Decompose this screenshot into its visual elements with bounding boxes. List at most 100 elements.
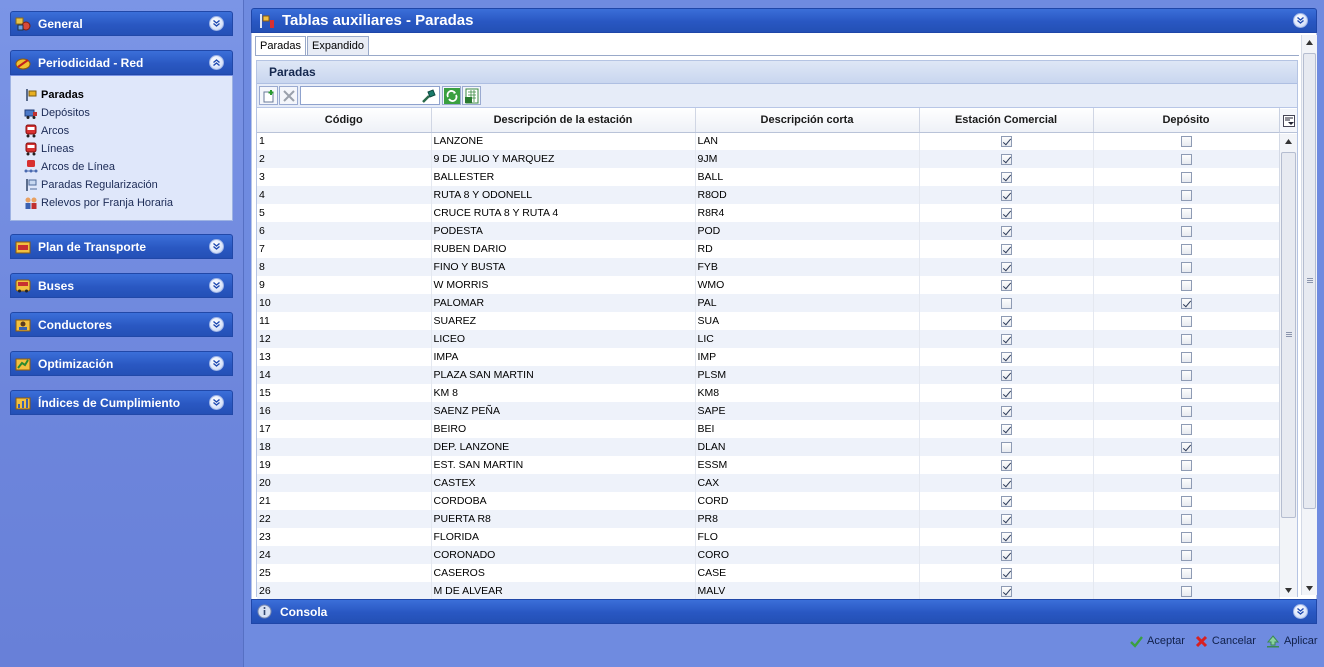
accept-button[interactable]: Aceptar: [1130, 635, 1185, 648]
cell-codigo[interactable]: 6: [257, 222, 432, 240]
cell-descripcion-corta[interactable]: CASE: [695, 564, 920, 582]
deposito-checkbox[interactable]: [1180, 153, 1192, 165]
table-row[interactable]: 15 KM 8 KM8: [257, 384, 1280, 402]
chevron-down-icon[interactable]: [209, 278, 224, 293]
deposito-checkbox[interactable]: [1180, 297, 1192, 309]
table-row[interactable]: 3 BALLESTER BALL: [257, 168, 1280, 186]
cell-descripcion[interactable]: CORONADO: [431, 546, 696, 564]
sidebar-item-relevos[interactable]: Relevos por Franja Horaria: [11, 194, 232, 212]
deposito-checkbox[interactable]: [1180, 495, 1192, 507]
table-row[interactable]: 7 RUBEN DARIO RD: [257, 240, 1280, 258]
table-row[interactable]: 8 FINO Y BUSTA FYB: [257, 258, 1280, 276]
cell-descripcion-corta[interactable]: CORD: [695, 492, 920, 510]
tab-expandido[interactable]: Expandido: [306, 36, 369, 55]
deposito-checkbox[interactable]: [1180, 243, 1192, 255]
estacion-comercial-checkbox[interactable]: [1000, 243, 1012, 255]
cell-descripcion[interactable]: CORDOBA: [431, 492, 696, 510]
deposito-checkbox[interactable]: [1180, 315, 1192, 327]
cell-descripcion[interactable]: PALOMAR: [431, 294, 696, 312]
chevron-down-icon[interactable]: [209, 356, 224, 371]
cell-descripcion-corta[interactable]: IMP: [695, 348, 920, 366]
table-row[interactable]: 26 M DE ALVEAR MALV: [257, 582, 1280, 600]
cell-descripcion[interactable]: RUBEN DARIO: [431, 240, 696, 258]
export-excel-button[interactable]: [462, 86, 481, 105]
cell-descripcion[interactable]: DEP. LANZONE: [431, 438, 696, 456]
estacion-comercial-checkbox[interactable]: [1000, 459, 1012, 471]
cell-descripcion-corta[interactable]: FLO: [695, 528, 920, 546]
cell-codigo[interactable]: 15: [257, 384, 432, 402]
col-header-estacion-comercial[interactable]: Estación Comercial: [919, 108, 1094, 133]
cell-codigo[interactable]: 13: [257, 348, 432, 366]
cell-codigo[interactable]: 12: [257, 330, 432, 348]
cell-descripcion[interactable]: FLORIDA: [431, 528, 696, 546]
deposito-checkbox[interactable]: [1180, 441, 1192, 453]
apply-button[interactable]: Aplicar: [1266, 634, 1318, 648]
scroll-thumb[interactable]: [1303, 53, 1316, 509]
panel-plan-de-transporte[interactable]: Plan de Transporte: [10, 234, 233, 259]
deposito-checkbox[interactable]: [1180, 207, 1192, 219]
panel-buses[interactable]: Buses: [10, 273, 233, 298]
deposito-checkbox[interactable]: [1180, 549, 1192, 561]
estacion-comercial-checkbox[interactable]: [1000, 495, 1012, 507]
estacion-comercial-checkbox[interactable]: [1000, 189, 1012, 201]
cell-codigo[interactable]: 16: [257, 402, 432, 420]
table-row[interactable]: 29 DE JULIO Y MARQUEZ 9JM: [257, 150, 1280, 168]
cell-descripcion[interactable]: CRUCE RUTA 8 Y RUTA 4: [431, 204, 696, 222]
cell-codigo[interactable]: 4: [257, 186, 432, 204]
chevron-down-icon[interactable]: [209, 395, 224, 410]
cell-codigo[interactable]: 9: [257, 276, 432, 294]
sidebar-item-paradas[interactable]: Paradas: [11, 86, 232, 104]
cell-descripcion-corta[interactable]: POD: [695, 222, 920, 240]
search-input[interactable]: [276, 87, 421, 104]
cell-codigo[interactable]: 3: [257, 168, 432, 186]
tab-paradas[interactable]: Paradas: [255, 36, 306, 56]
cell-descripcion[interactable]: LANZONE: [431, 132, 696, 150]
estacion-comercial-checkbox[interactable]: [1000, 423, 1012, 435]
cell-descripcion[interactable]: PODESTA: [431, 222, 696, 240]
table-row[interactable]: 14 PLAZA SAN MARTIN PLSM: [257, 366, 1280, 384]
cell-descripcion[interactable]: BEIRO: [431, 420, 696, 438]
estacion-comercial-checkbox[interactable]: [1000, 333, 1012, 345]
cell-codigo[interactable]: 21: [257, 492, 432, 510]
table-row[interactable]: 6 PODESTA POD: [257, 222, 1280, 240]
deposito-checkbox[interactable]: [1180, 351, 1192, 363]
cell-descripcion-corta[interactable]: PAL: [695, 294, 920, 312]
sidebar-item-paradas-regularizacion[interactable]: Paradas Regularización: [11, 176, 232, 194]
chevron-down-icon[interactable]: [1293, 13, 1308, 28]
cell-codigo[interactable]: 19: [257, 456, 432, 474]
cell-descripcion[interactable]: EST. SAN MARTIN: [431, 456, 696, 474]
cell-descripcion-corta[interactable]: DLAN: [695, 438, 920, 456]
cell-codigo[interactable]: 18: [257, 438, 432, 456]
cell-codigo[interactable]: 10: [257, 294, 432, 312]
deposito-checkbox[interactable]: [1180, 135, 1192, 147]
estacion-comercial-checkbox[interactable]: [1000, 477, 1012, 489]
cell-descripcion-corta[interactable]: SUA: [695, 312, 920, 330]
cell-descripcion-corta[interactable]: 9JM: [695, 150, 920, 168]
table-row[interactable]: 5 CRUCE RUTA 8 Y RUTA 4 R8R4: [257, 204, 1280, 222]
chevron-down-icon[interactable]: [209, 239, 224, 254]
cell-descripcion[interactable]: SAENZ PEÑA: [431, 402, 696, 420]
grid-scrollbar[interactable]: [1279, 134, 1297, 597]
scroll-down-arrow[interactable]: [1280, 583, 1297, 597]
cell-descripcion-corta[interactable]: KM8: [695, 384, 920, 402]
estacion-comercial-checkbox[interactable]: [1000, 279, 1012, 291]
chevron-down-icon[interactable]: [209, 16, 224, 31]
cell-descripcion[interactable]: SUAREZ: [431, 312, 696, 330]
deposito-checkbox[interactable]: [1180, 567, 1192, 579]
table-row[interactable]: 10 PALOMAR PAL: [257, 294, 1280, 312]
cell-descripcion-corta[interactable]: R8OD: [695, 186, 920, 204]
estacion-comercial-checkbox[interactable]: [1000, 297, 1012, 309]
estacion-comercial-checkbox[interactable]: [1000, 567, 1012, 579]
panel-conductores[interactable]: Conductores: [10, 312, 233, 337]
sidebar-item-arcos-de-linea[interactable]: Arcos de Línea: [11, 158, 232, 176]
estacion-comercial-checkbox[interactable]: [1000, 441, 1012, 453]
cell-descripcion[interactable]: PLAZA SAN MARTIN: [431, 366, 696, 384]
cell-descripcion[interactable]: IMPA: [431, 348, 696, 366]
chevron-down-icon[interactable]: [209, 317, 224, 332]
chevron-up-icon[interactable]: [209, 55, 224, 70]
deposito-checkbox[interactable]: [1180, 261, 1192, 273]
table-row[interactable]: 19 EST. SAN MARTIN ESSM: [257, 456, 1280, 474]
table-row[interactable]: 21 CORDOBA CORD: [257, 492, 1280, 510]
table-row[interactable]: 16 SAENZ PEÑA SAPE: [257, 402, 1280, 420]
estacion-comercial-checkbox[interactable]: [1000, 513, 1012, 525]
